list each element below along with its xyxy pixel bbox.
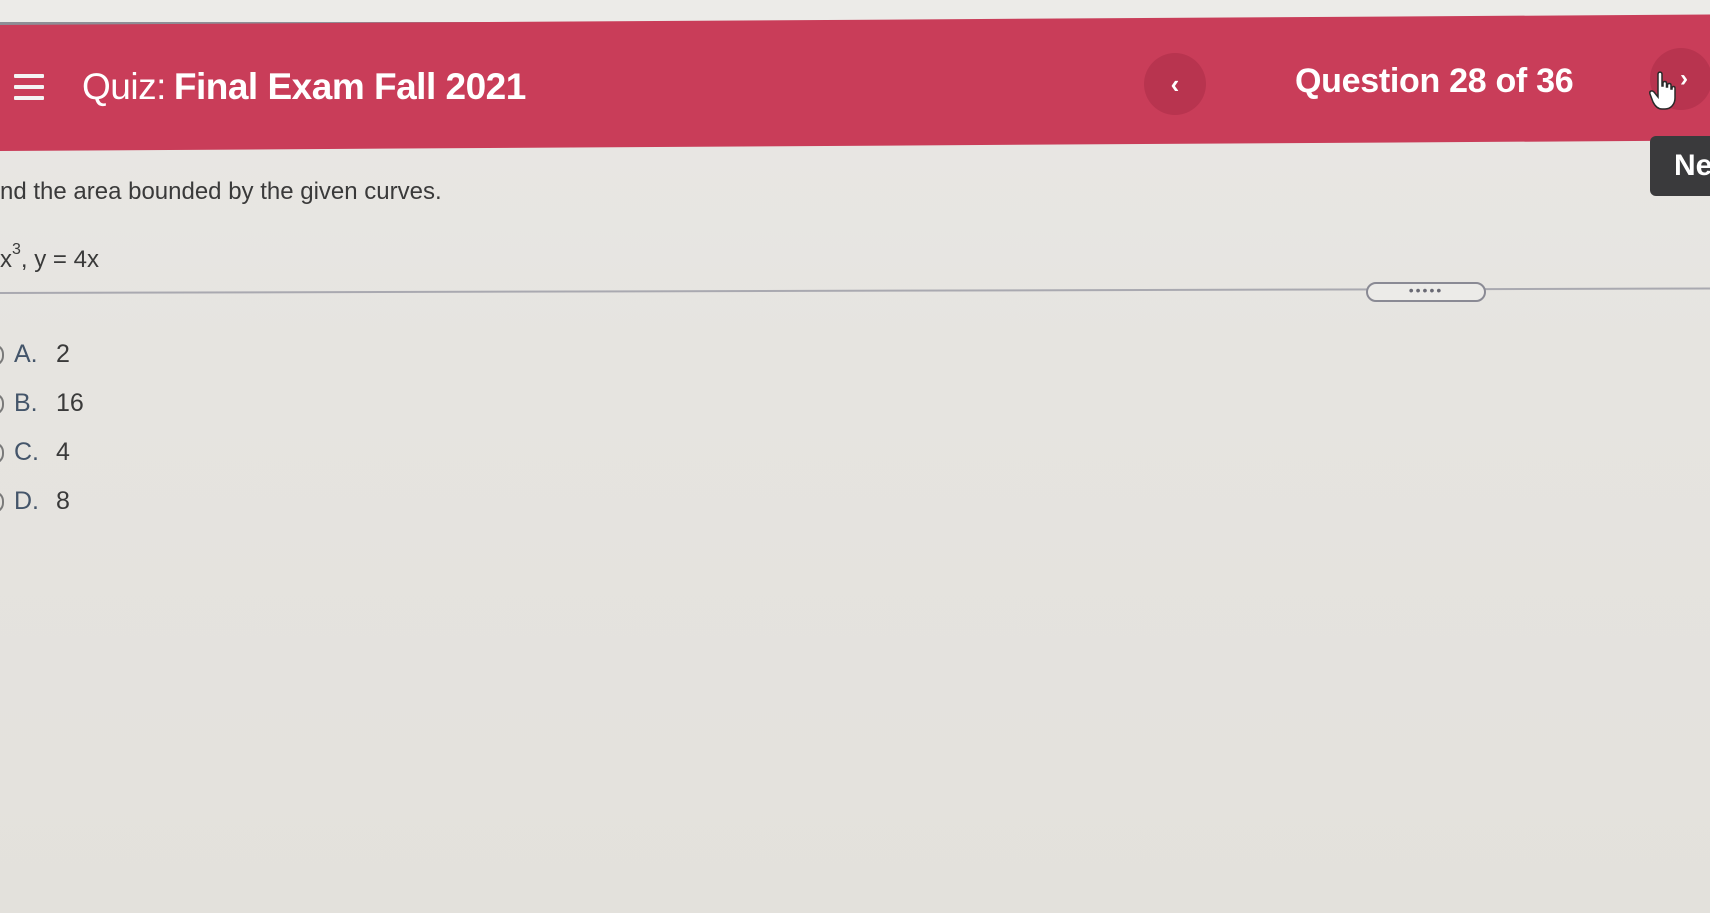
radio-button-d[interactable] (0, 491, 4, 513)
equation-base: x (0, 246, 12, 273)
quiz-title: Quiz: Final Exam Fall 2021 (82, 66, 526, 108)
option-value: 8 (56, 487, 70, 515)
option-value: 16 (56, 389, 84, 417)
radio-button-b[interactable] (0, 393, 4, 415)
quiz-title-name: Final Exam Fall 2021 (173, 66, 526, 107)
option-letter: C. (14, 438, 39, 466)
option-value: 2 (56, 340, 70, 368)
chevron-right-icon: › (1680, 65, 1688, 92)
hamburger-menu-icon[interactable] (14, 74, 44, 108)
question-prompt: nd the area bounded by the given curves. (0, 178, 442, 205)
quiz-title-prefix: Quiz: (82, 66, 166, 107)
hand-pointer-cursor-icon (1649, 71, 1676, 110)
radio-button-a[interactable] (0, 344, 4, 366)
next-tooltip: Ne (1650, 136, 1710, 196)
chevron-left-icon: ‹ (1170, 68, 1180, 99)
previous-question-button[interactable]: ‹ (1144, 53, 1206, 115)
option-value: 4 (56, 438, 70, 466)
option-letter: B. (14, 389, 38, 417)
question-counter: Question 28 of 36 (1295, 62, 1574, 100)
radio-button-c[interactable] (0, 442, 4, 464)
option-letter: D. (14, 487, 39, 515)
quiz-page: Quiz: Final Exam Fall 2021 ‹ Question 28 … (0, 0, 1710, 913)
question-equation: x3, y = 4x (0, 241, 99, 274)
equation-exponent: 3 (12, 241, 21, 258)
equation-rest: , y = 4x (20, 246, 99, 273)
option-letter: A. (14, 340, 38, 368)
divider-drag-handle[interactable]: ••••• (1366, 282, 1486, 302)
